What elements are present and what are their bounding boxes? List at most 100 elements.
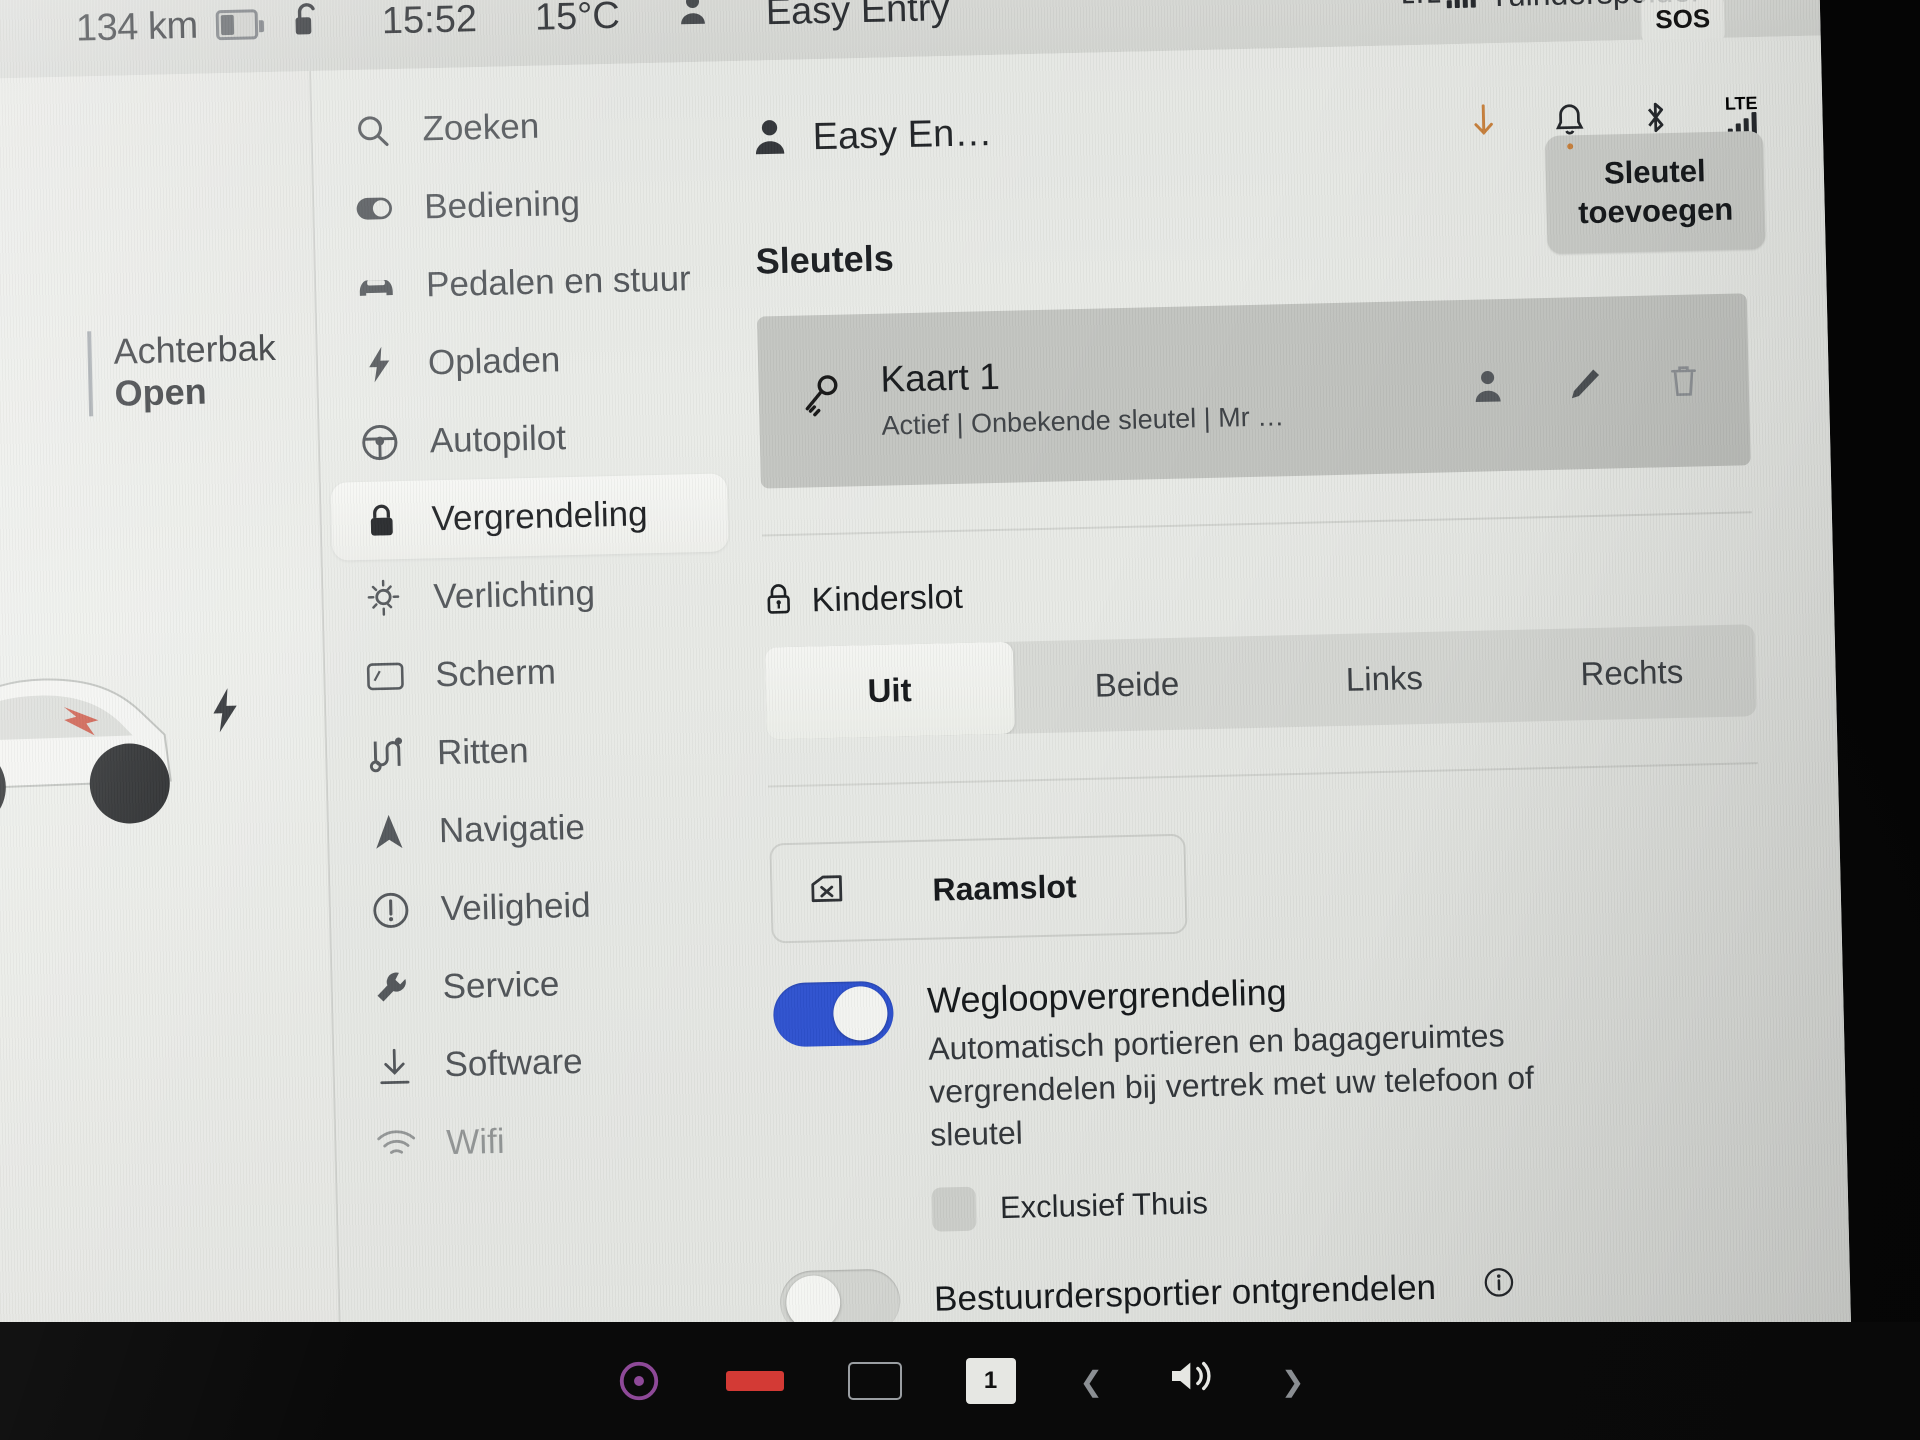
- display-icon: [365, 656, 406, 697]
- window-lock-icon: [808, 871, 847, 913]
- sidebar-item-label: Veiligheid: [440, 885, 592, 929]
- exclusief-thuis-checkbox[interactable]: [931, 1186, 977, 1232]
- person-icon[interactable]: [677, 0, 708, 36]
- sidebar-item-label: Ritten: [436, 731, 530, 773]
- range-value: 134 km: [75, 4, 199, 50]
- photo-scene: 134 km 15:52 15°C Easy Entry SOS Achterb…: [0, 0, 1920, 1440]
- light-bulb-icon: [363, 578, 404, 619]
- car-front-icon: [356, 266, 397, 307]
- segment-links[interactable]: Links: [1260, 630, 1510, 728]
- sidebar-item-label: Autopilot: [429, 418, 567, 461]
- divider: [768, 762, 1758, 788]
- keys-section-header: Sleutels Sleutel toevoegen: [754, 130, 1766, 283]
- wifi-icon: [376, 1124, 417, 1165]
- clock[interactable]: 15:52: [381, 0, 477, 43]
- pencil-icon[interactable]: [1564, 362, 1607, 405]
- key-name: Kaart 1: [879, 355, 1001, 400]
- key-list-item[interactable]: Kaart 1 Actief | Onbekende sleutel | Mr …: [756, 293, 1751, 489]
- sidebar-item-vergrendeling[interactable]: Vergrendeling: [330, 473, 729, 561]
- window-lock-label: Raamslot: [932, 867, 1077, 908]
- sidebar-item-software[interactable]: Software: [344, 1019, 742, 1106]
- lock-icon: [361, 500, 402, 541]
- media-app-icon[interactable]: [616, 1358, 662, 1404]
- download-arrow-icon[interactable]: [1462, 98, 1505, 145]
- sidebar-item-service[interactable]: Service: [342, 941, 740, 1028]
- sidebar-item-label: Vergrendeling: [431, 494, 649, 539]
- battery-icon: [215, 9, 259, 41]
- walkaway-lock-toggle[interactable]: [772, 980, 895, 1048]
- sidebar-item-verlichting[interactable]: Verlichting: [333, 551, 731, 638]
- window-lock-button[interactable]: Raamslot: [769, 833, 1188, 944]
- trash-icon[interactable]: [1662, 359, 1705, 402]
- add-key-button[interactable]: Sleutel toevoegen: [1544, 130, 1766, 254]
- child-lock-header: Kinderslot: [763, 559, 1774, 622]
- sidebar-item-label: Software: [444, 1041, 584, 1085]
- section-title-sleutels: Sleutels: [755, 237, 895, 282]
- bell-icon[interactable]: [1548, 96, 1591, 150]
- toggle-icon: [354, 188, 395, 229]
- sidebar-item-bediening[interactable]: Bediening: [323, 161, 721, 248]
- key-icon: [798, 372, 857, 429]
- driver-profile-name[interactable]: Easy Entry: [765, 0, 950, 34]
- person-icon: [752, 116, 787, 160]
- segment-rechts[interactable]: Rechts: [1507, 624, 1757, 722]
- media-progress-indicator[interactable]: [725, 1371, 784, 1391]
- sidebar-item-label: Bediening: [423, 183, 581, 227]
- trips-icon: [367, 734, 408, 775]
- speaker-icon[interactable]: [1167, 1356, 1217, 1406]
- bottom-dock: 1 ❮ ❯: [0, 1322, 1920, 1440]
- key-actions: [1466, 359, 1705, 407]
- sidebar-item-autopilot[interactable]: Autopilot: [329, 395, 727, 482]
- unlocked-padlock-icon[interactable]: [289, 0, 324, 47]
- app-tile-icon[interactable]: [847, 1362, 902, 1400]
- walkaway-lock-texts: Wegloopvergrendeling Automatisch portier…: [927, 965, 1551, 1157]
- range-indicator[interactable]: 134 km: [0, 3, 259, 53]
- bolt-icon: [210, 688, 241, 743]
- sidebar-item-ritten[interactable]: Ritten: [336, 707, 734, 794]
- child-lock-segmented-control[interactable]: Uit Beide Links Rechts: [764, 624, 1757, 740]
- child-lock-label: Kinderslot: [811, 577, 964, 620]
- sidebar-item-scherm[interactable]: Scherm: [334, 629, 732, 716]
- lock-settings-content: Easy En… LTE Sleutels Sleutel toevoegen …: [731, 35, 1853, 1430]
- car-visualization-panel[interactable]: Achterbak Open: [0, 71, 342, 1440]
- sidebar-item-opladen[interactable]: Opladen: [327, 317, 725, 404]
- bolt-icon: [358, 344, 399, 385]
- sidebar-item-zoeken[interactable]: Zoeken: [322, 83, 720, 170]
- outside-temperature[interactable]: 15°C: [534, 0, 620, 39]
- sidebar-item-label: Navigatie: [438, 807, 586, 851]
- settings-panel: Zoeken Bediening Pedalen en stuur Oplade…: [309, 35, 1853, 1440]
- lte-signal-icon: LTE: [1401, 0, 1476, 9]
- profile-name[interactable]: Easy En…: [812, 112, 992, 159]
- sidebar-item-navigatie[interactable]: Navigatie: [338, 785, 736, 872]
- tesla-touchscreen: 134 km 15:52 15°C Easy Entry SOS Achterb…: [0, 0, 1853, 1440]
- chevron-left-icon[interactable]: ❮: [1080, 1365, 1103, 1398]
- segment-beide[interactable]: Beide: [1012, 636, 1262, 734]
- steering-wheel-icon: [359, 422, 400, 463]
- info-icon[interactable]: [1484, 1267, 1515, 1306]
- sidebar-item-wifi[interactable]: Wifi: [345, 1097, 743, 1184]
- walkaway-lock-row: Wegloopvergrendeling Automatisch portier…: [772, 960, 1787, 1161]
- chevron-right-icon[interactable]: ❯: [1281, 1365, 1304, 1398]
- segment-uit[interactable]: Uit: [764, 641, 1015, 740]
- sidebar-item-label: Verlichting: [433, 573, 596, 617]
- person-icon[interactable]: [1466, 364, 1509, 407]
- walkaway-lock-title: Wegloopvergrendeling: [926, 971, 1288, 1021]
- sidebar-item-veiligheid[interactable]: Veiligheid: [340, 863, 738, 950]
- driver-door-unlock-label: Bestuurdersportier ontgrendelen: [933, 1267, 1437, 1319]
- sidebar-item-label: Wifi: [445, 1121, 506, 1163]
- trunk-status: Achterbak Open: [87, 326, 278, 417]
- sidebar-item-label: Pedalen en stuur: [425, 259, 692, 305]
- sidebar-item-label: Scherm: [434, 652, 557, 695]
- tesla-car-side-icon[interactable]: [0, 584, 218, 881]
- status-bar-right: LTE Tuinderspolder: [1401, 0, 1820, 16]
- seat-number-tile[interactable]: 1: [965, 1358, 1016, 1404]
- child-lock-icon: [763, 582, 794, 622]
- wrench-icon: [372, 968, 413, 1009]
- sidebar-item-pedalen-en-stuur[interactable]: Pedalen en stuur: [325, 239, 723, 326]
- exclusief-thuis-row[interactable]: Exclusief Thuis: [931, 1167, 1789, 1232]
- key-status: Actief | Onbekende sleutel | Mr …: [881, 400, 1285, 441]
- trunk-state: Open: [114, 371, 208, 415]
- search-icon: [352, 110, 393, 151]
- status-bar-center: 15:52 15°C Easy Entry: [257, 0, 1402, 48]
- divider: [762, 511, 1752, 537]
